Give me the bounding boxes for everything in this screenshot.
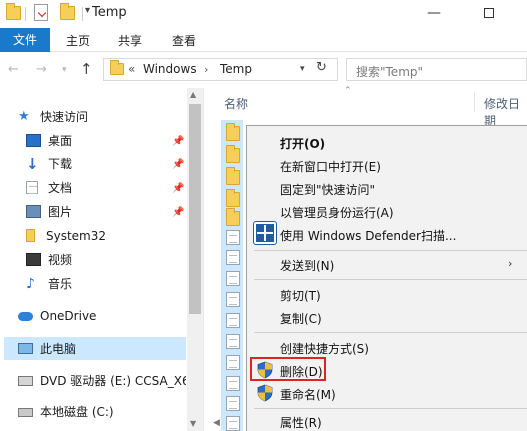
folder-icon [6, 3, 21, 20]
file-icon[interactable] [226, 334, 240, 349]
document-icon [26, 181, 38, 194]
video-icon [26, 253, 41, 266]
refresh-icon[interactable]: ↻ [316, 60, 327, 75]
column-header-name[interactable]: 名称 [224, 95, 248, 112]
maximize-icon [484, 8, 494, 18]
menu-item-run-as-admin[interactable]: 以管理员身份运行(A) [280, 204, 394, 221]
menu-item-open[interactable]: 打开(O) [280, 135, 325, 152]
tab-file[interactable]: 文件 [0, 28, 50, 52]
pin-icon[interactable]: 📌 [172, 131, 184, 153]
column-header-date[interactable]: 修改日期 [484, 95, 527, 129]
menu-item-rename[interactable]: 重命名(M) [280, 386, 336, 403]
tab-home[interactable]: 主页 [66, 32, 90, 49]
star-icon: ★ [18, 109, 30, 124]
folder-icon[interactable] [226, 189, 240, 207]
quick-access-divider [82, 7, 83, 21]
menu-item-defender-scan[interactable]: 使用 Windows Defender扫描... [280, 227, 456, 244]
history-dropdown-icon[interactable]: ▾ [62, 65, 67, 75]
new-folder-quick-icon[interactable] [60, 3, 75, 20]
menu-item-create-shortcut[interactable]: 创建快捷方式(S) [280, 340, 369, 357]
forward-arrow-icon[interactable]: → [36, 62, 47, 77]
quick-access-divider [25, 7, 26, 21]
music-icon: ♪ [26, 276, 35, 292]
breadcrumb-windows[interactable]: Windows [143, 62, 197, 76]
menu-item-pin-quick-access[interactable]: 固定到"快速访问" [280, 181, 375, 198]
submenu-chevron-icon: › [508, 257, 513, 270]
sort-chevron-icon: ⌃ [344, 86, 352, 96]
column-divider[interactable] [474, 92, 475, 112]
disk-icon [18, 408, 33, 417]
menu-separator [254, 250, 527, 251]
menu-item-send-to[interactable]: 发送到(N) [280, 257, 334, 274]
pin-icon[interactable]: 📌 [172, 154, 184, 176]
back-arrow-icon[interactable]: ← [8, 62, 19, 77]
pin-icon[interactable]: 📌 [172, 178, 184, 200]
menu-separator [254, 332, 527, 333]
scroll-down-icon[interactable]: ▼ [190, 419, 196, 428]
folder-icon[interactable] [226, 123, 240, 141]
scroll-up-icon[interactable]: ▲ [190, 90, 196, 99]
menu-separator [254, 408, 527, 409]
breadcrumb-chevron-icon[interactable]: › [204, 63, 208, 76]
menu-item-open-new-window[interactable]: 在新窗口中打开(E) [280, 158, 381, 175]
file-icon[interactable] [226, 292, 240, 307]
menu-item-copy[interactable]: 复制(C) [280, 310, 322, 327]
computer-icon [18, 343, 33, 354]
tab-view[interactable]: 查看 [172, 32, 196, 49]
menu-separator [254, 279, 527, 280]
file-icon[interactable] [226, 416, 240, 431]
folder-icon[interactable] [226, 208, 240, 226]
up-arrow-icon[interactable]: ↑ [80, 60, 93, 78]
window-title: Temp [92, 5, 127, 20]
search-placeholder: 搜索"Temp" [356, 65, 424, 79]
file-icon[interactable] [226, 250, 240, 265]
menu-item-properties[interactable]: 属性(R) [280, 414, 322, 431]
download-icon: ↓ [26, 155, 39, 173]
folder-icon [110, 60, 124, 75]
file-icon[interactable] [226, 313, 240, 328]
file-icon[interactable] [226, 376, 240, 391]
picture-icon [26, 205, 41, 218]
navpane-scrollbar-thumb[interactable] [189, 104, 201, 314]
defender-shield-icon [253, 221, 277, 245]
scroll-left-icon[interactable]: ◀ [213, 418, 220, 428]
folder-icon [26, 229, 35, 242]
pin-icon[interactable]: 📌 [172, 202, 184, 224]
delete-highlight-box [250, 357, 326, 381]
tab-share[interactable]: 共享 [118, 32, 142, 49]
uac-shield-icon [257, 384, 273, 402]
file-icon[interactable] [226, 396, 240, 411]
breadcrumb-overflow[interactable]: « [128, 62, 135, 76]
properties-quick-icon[interactable] [34, 4, 48, 21]
file-icon[interactable] [226, 355, 240, 370]
folder-icon[interactable] [226, 167, 240, 185]
maximize-button[interactable] [466, 0, 512, 28]
nav-item-dvd-drive[interactable]: DVD 驱动器 (E:) CCSA_X64 [18, 370, 186, 392]
breadcrumb-temp[interactable]: Temp [220, 62, 252, 76]
file-icon[interactable] [226, 271, 240, 286]
cloud-icon [18, 312, 33, 321]
quick-access-dropdown-icon[interactable]: ▾ [85, 5, 90, 16]
address-dropdown-icon[interactable]: ▾ [300, 64, 305, 74]
dvd-icon [18, 376, 33, 386]
minimize-button[interactable]: — [411, 0, 457, 28]
folder-icon[interactable] [226, 145, 240, 163]
file-icon[interactable] [226, 230, 240, 245]
desktop-icon [26, 134, 41, 147]
menu-item-cut[interactable]: 剪切(T) [280, 287, 321, 304]
